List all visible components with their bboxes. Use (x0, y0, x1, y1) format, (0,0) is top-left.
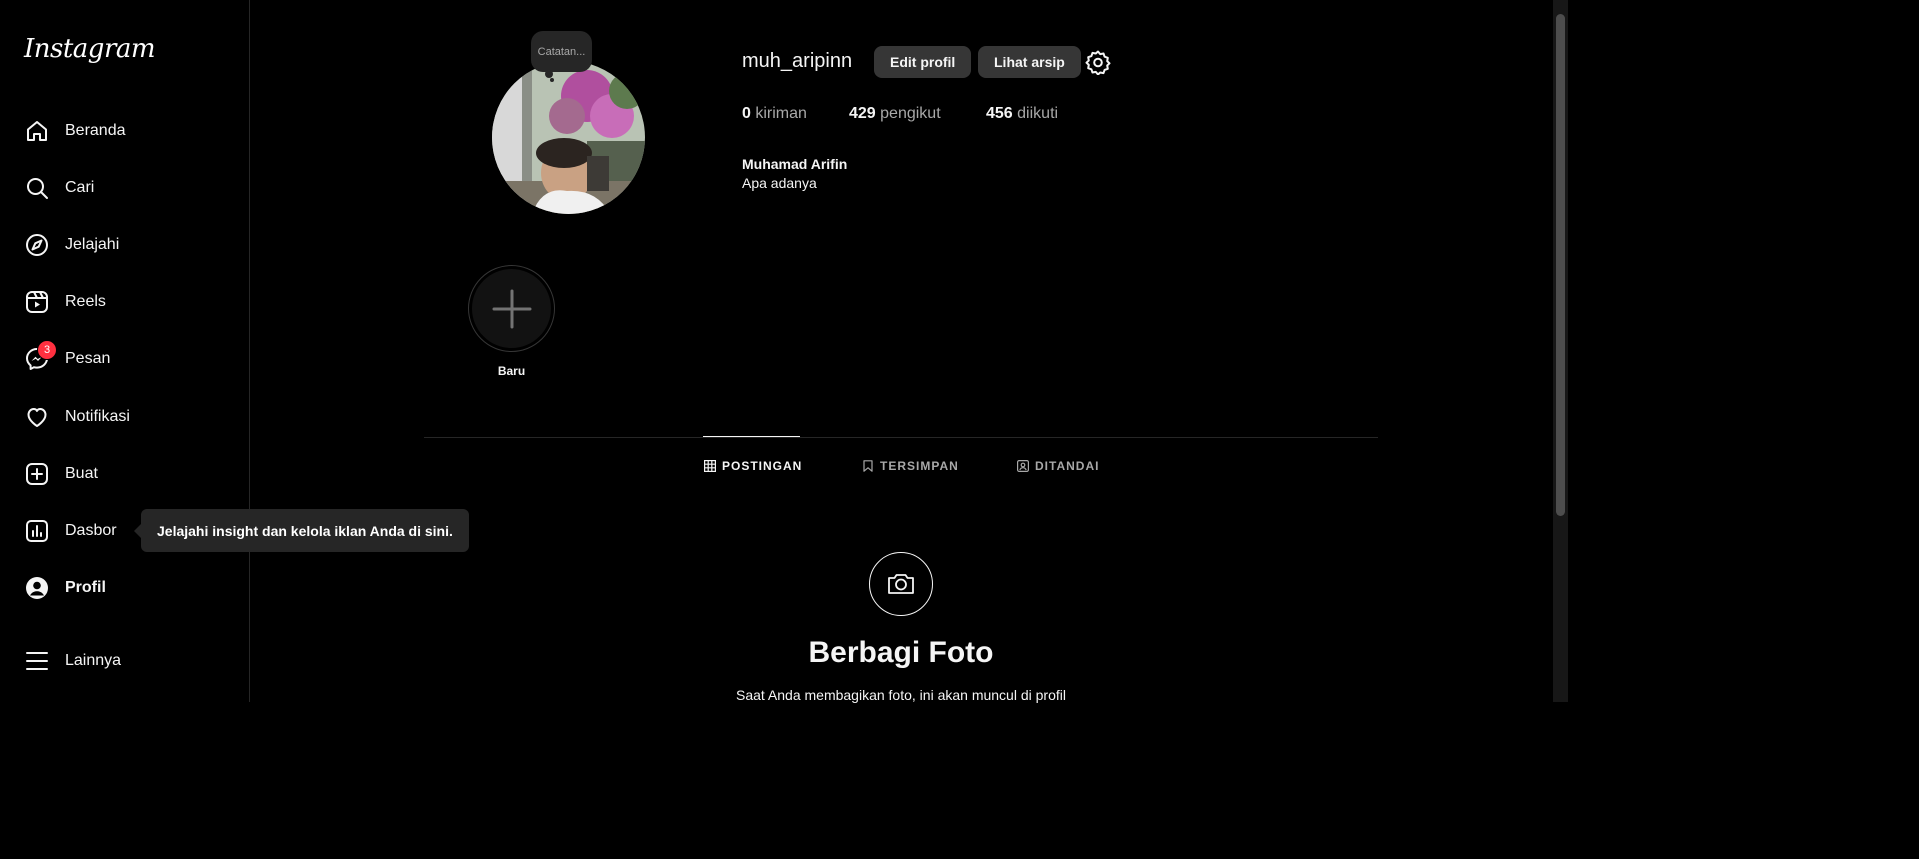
following-count: 456 (986, 105, 1013, 122)
tab-label: TERSIMPAN (880, 459, 959, 473)
following-stat[interactable]: 456 diikuti (986, 105, 1058, 123)
reels-icon (24, 289, 50, 315)
notification-badge: 3 (37, 340, 57, 360)
profile-full-name: Muhamad Arifin (742, 156, 848, 172)
menu-icon (24, 648, 50, 674)
nav-label: Jelajahi (65, 236, 120, 253)
profile-icon (24, 575, 50, 601)
nav-item-jelajahi[interactable]: Jelajahi (24, 225, 234, 265)
dashboard-icon (24, 518, 50, 544)
empty-state-subtitle: Saat Anda membagikan foto, ini akan munc… (736, 687, 1066, 703)
view-archive-button[interactable]: Lihat arsip (978, 46, 1081, 78)
edit-profile-button[interactable]: Edit profil (874, 46, 972, 78)
instagram-logo[interactable]: Instagram (24, 34, 156, 64)
sidebar: Instagram Beranda Cari Jelajahi Reels 3 … (0, 0, 250, 702)
bookmark-icon (863, 460, 873, 472)
nav-label: Profil (65, 579, 106, 596)
nav-item-profil[interactable]: Profil (24, 568, 234, 608)
tabs-divider (424, 437, 1378, 438)
profile-avatar[interactable] (492, 61, 645, 214)
grid-icon (704, 460, 716, 472)
nav-label: Reels (65, 293, 106, 310)
followers-label: pengikut (880, 105, 941, 122)
profile-bio: Apa adanya (742, 175, 817, 191)
nav-item-pesan[interactable]: 3 Pesan (24, 339, 234, 379)
nav-item-beranda[interactable]: Beranda (24, 111, 234, 151)
plus-icon (492, 289, 531, 328)
tab-ditandai[interactable]: DITANDAI (1017, 457, 1099, 475)
new-highlight-inner (472, 269, 551, 348)
nav-item-lainnya[interactable]: Lainnya (24, 641, 234, 681)
nav-label: Buat (65, 465, 98, 482)
nav-item-notifikasi[interactable]: Notifikasi (24, 397, 234, 437)
nav-label: Dasbor (65, 522, 117, 539)
scrollbar-thumb[interactable] (1556, 14, 1565, 516)
note-bubble[interactable]: Catatan... (531, 31, 592, 72)
note-dot (545, 70, 553, 78)
new-highlight-label: Baru (497, 364, 526, 378)
nav-item-reels[interactable]: Reels (24, 282, 234, 322)
empty-state-title: Berbagi Foto (808, 636, 994, 669)
dashboard-tooltip: Jelajahi insight dan kelola iklan Anda d… (134, 509, 469, 552)
new-highlight-button[interactable] (468, 265, 555, 352)
plus-square-icon (24, 461, 50, 487)
camera-icon-circle (869, 552, 933, 616)
tab-label: DITANDAI (1035, 459, 1100, 473)
profile-username: muh_aripinn (742, 50, 853, 72)
search-icon (24, 175, 50, 201)
tab-tersimpan[interactable]: TERSIMPAN (862, 457, 959, 475)
followers-stat[interactable]: 429 pengikut (849, 105, 941, 123)
posts-label: kiriman (755, 105, 807, 122)
nav-label: Cari (65, 179, 95, 196)
settings-gear-icon[interactable] (1085, 49, 1111, 76)
nav-label: Beranda (65, 122, 126, 139)
following-label: diikuti (1017, 105, 1059, 122)
heart-icon (24, 404, 50, 430)
active-tab-indicator (703, 436, 800, 437)
followers-count: 429 (849, 105, 876, 122)
home-icon (24, 118, 50, 144)
messenger-icon: 3 (24, 340, 57, 372)
nav-item-cari[interactable]: Cari (24, 168, 234, 208)
tab-label: POSTINGAN (722, 459, 803, 473)
nav-label: Lainnya (65, 652, 122, 669)
page-scrollbar[interactable] (1553, 0, 1568, 702)
posts-count: 0 (742, 105, 751, 122)
camera-icon (888, 574, 914, 594)
posts-stat: 0 kiriman (742, 105, 807, 123)
compass-icon (24, 232, 50, 258)
nav-item-buat[interactable]: Buat (24, 454, 234, 494)
nav-label: Pesan (65, 350, 111, 367)
tab-postingan[interactable]: POSTINGAN (704, 457, 802, 475)
nav-label: Notifikasi (65, 408, 130, 425)
note-dot (550, 78, 554, 82)
tagged-icon (1017, 460, 1029, 472)
